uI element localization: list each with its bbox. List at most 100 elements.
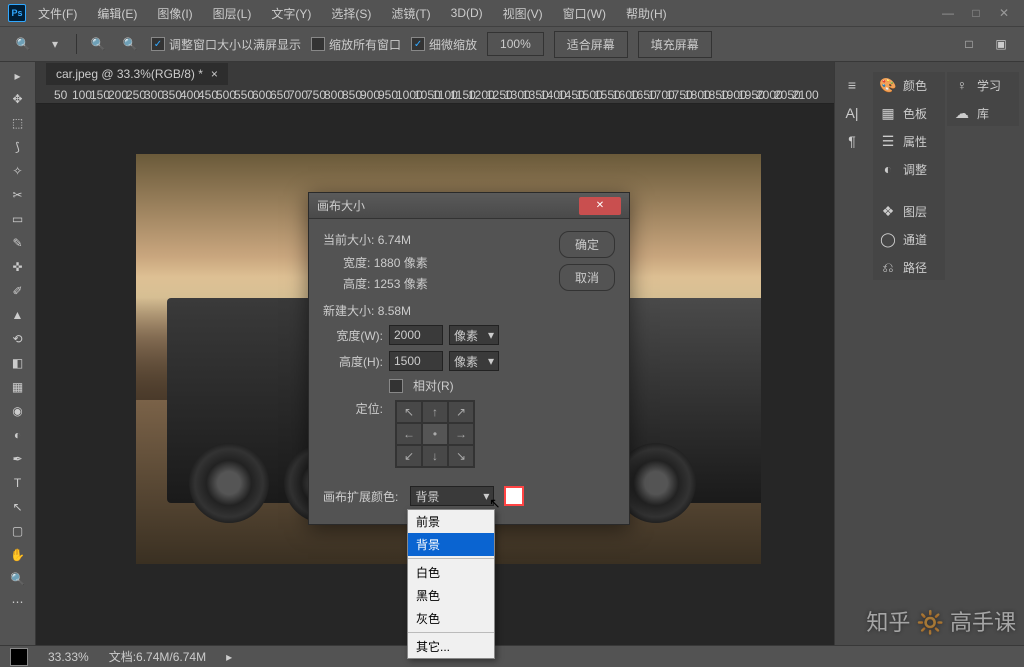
pen-tool[interactable]: ✒ <box>4 448 32 470</box>
maximize-icon[interactable]: □ <box>964 5 988 21</box>
relative-label: 相对(R) <box>413 377 454 394</box>
panel-layers[interactable]: ❖图层 <box>873 198 945 224</box>
character-icon[interactable]: A| <box>837 100 871 126</box>
anchor-label: 定位: <box>323 400 383 417</box>
extension-color-dropdown: 前景 背景 白色 黑色 灰色 其它... <box>407 509 495 659</box>
dialog-title: 画布大小 <box>317 197 365 214</box>
menu-type[interactable]: 文字(Y) <box>263 1 319 26</box>
opt-fit-window[interactable]: 调整窗口大小以满屏显示 <box>151 36 301 53</box>
stamp-tool[interactable]: ▲ <box>4 304 32 326</box>
zoom-level[interactable]: 33.33% <box>48 650 89 664</box>
panel-paths[interactable]: ⎌路径 <box>873 254 945 280</box>
zoom-in-icon[interactable]: 🔍 <box>87 33 109 55</box>
share-icon[interactable]: □ <box>958 33 980 55</box>
document-size[interactable]: 文档:6.74M/6.74M <box>109 648 206 665</box>
fit-screen-button[interactable]: 适合屏幕 <box>554 31 628 58</box>
crop-tool[interactable]: ✂ <box>4 184 32 206</box>
height-unit-select[interactable]: 像素▾ <box>449 351 499 371</box>
close-tab-icon[interactable]: × <box>211 67 218 81</box>
menu-view[interactable]: 视图(V) <box>495 1 551 26</box>
eyedropper-tool[interactable]: ✎ <box>4 232 32 254</box>
height-input[interactable] <box>389 351 443 371</box>
dd-white[interactable]: 白色 <box>408 561 494 584</box>
foreground-color-swatch[interactable] <box>10 648 28 666</box>
status-chevron-icon[interactable]: ▸ <box>226 650 232 664</box>
extension-color-select[interactable]: 背景▾ <box>410 486 494 506</box>
zoom-out-icon[interactable]: 🔍 <box>119 33 141 55</box>
tools-panel: ▸ ✥ ⬚ ⟆ ✧ ✂ ▭ ✎ ✜ ✐ ▲ ⟲ ◧ ▦ ◉ ◐ ✒ T ↖ ▢ … <box>0 62 36 645</box>
width-input[interactable] <box>389 325 443 345</box>
menu-help[interactable]: 帮助(H) <box>618 1 675 26</box>
marquee-tool[interactable]: ⬚ <box>4 112 32 134</box>
ps-logo: Ps <box>8 4 26 22</box>
paragraph-icon[interactable]: ¶ <box>837 128 871 154</box>
panel-learn[interactable]: ♀学习 <box>947 72 1019 98</box>
chevron-down-icon[interactable]: ▾ <box>44 33 66 55</box>
more-tools-icon[interactable]: ⋯ <box>4 592 32 612</box>
cancel-button[interactable]: 取消 <box>559 264 615 291</box>
fill-screen-button[interactable]: 填充屏幕 <box>638 31 712 58</box>
path-select-tool[interactable]: ↖ <box>4 496 32 518</box>
move-tool[interactable]: ✥ <box>4 88 32 110</box>
frame-icon[interactable]: ▣ <box>990 33 1012 55</box>
width-unit-select[interactable]: 像素▾ <box>449 325 499 345</box>
panel-properties[interactable]: ☰属性 <box>873 128 945 154</box>
lasso-tool[interactable]: ⟆ <box>4 136 32 158</box>
shape-tool[interactable]: ▢ <box>4 520 32 542</box>
panel-channels[interactable]: ◯通道 <box>873 226 945 252</box>
ok-button[interactable]: 确定 <box>559 231 615 258</box>
panel-swatches[interactable]: ▦色板 <box>873 100 945 126</box>
width-label: 宽度(W): <box>323 327 383 344</box>
menu-window[interactable]: 窗口(W) <box>555 1 614 26</box>
menu-select[interactable]: 选择(S) <box>323 1 379 26</box>
panel-libraries[interactable]: ☁库 <box>947 100 1019 126</box>
menu-bar: Ps 文件(F) 编辑(E) 图像(I) 图层(L) 文字(Y) 选择(S) 滤… <box>0 0 1024 26</box>
zoom-tool-icon[interactable]: 🔍 <box>12 33 34 55</box>
expand-icon[interactable]: ▸ <box>4 66 32 86</box>
anchor-grid[interactable]: ↖↑↗ ←•→ ↙↓↘ <box>395 400 475 468</box>
relative-checkbox[interactable] <box>389 379 403 393</box>
menu-layer[interactable]: 图层(L) <box>205 1 260 26</box>
panel-adjustments[interactable]: ◐调整 <box>873 156 945 182</box>
dialog-titlebar[interactable]: 画布大小 ✕ <box>309 193 629 219</box>
menu-file[interactable]: 文件(F) <box>30 1 85 26</box>
dd-gray[interactable]: 灰色 <box>408 607 494 630</box>
dd-other[interactable]: 其它... <box>408 635 494 658</box>
opt-scrubby[interactable]: 细微缩放 <box>411 36 477 53</box>
close-icon[interactable]: ✕ <box>992 5 1016 21</box>
options-bar: 🔍 ▾ 🔍 🔍 调整窗口大小以满屏显示 缩放所有窗口 细微缩放 100% 适合屏… <box>0 26 1024 62</box>
zoom-100-button[interactable]: 100% <box>487 32 544 56</box>
gradient-tool[interactable]: ▦ <box>4 376 32 398</box>
hand-tool[interactable]: ✋ <box>4 544 32 566</box>
dodge-tool[interactable]: ◐ <box>4 424 32 446</box>
zoom-tool[interactable]: 🔍 <box>4 568 32 590</box>
brush-tool[interactable]: ✐ <box>4 280 32 302</box>
watermark: 知乎 🔆 高手课 <box>866 605 1016 637</box>
extension-color-swatch[interactable] <box>504 486 524 506</box>
document-tab[interactable]: car.jpeg @ 33.3%(RGB/8) *× <box>46 63 228 85</box>
menu-edit[interactable]: 编辑(E) <box>89 1 145 26</box>
minimize-icon[interactable]: — <box>936 5 960 21</box>
brushes-icon[interactable]: ≡ <box>837 72 871 98</box>
menu-filter[interactable]: 滤镜(T) <box>383 1 438 26</box>
menu-image[interactable]: 图像(I) <box>149 1 200 26</box>
quick-select-tool[interactable]: ✧ <box>4 160 32 182</box>
history-brush-tool[interactable]: ⟲ <box>4 328 32 350</box>
eraser-tool[interactable]: ◧ <box>4 352 32 374</box>
dd-background[interactable]: 背景 <box>408 533 494 556</box>
document-tabs: car.jpeg @ 33.3%(RGB/8) *× <box>36 62 834 86</box>
opt-zoom-all[interactable]: 缩放所有窗口 <box>311 36 401 53</box>
ruler-horizontal: 5010015020025030035040045050055060065070… <box>36 86 834 104</box>
dd-foreground[interactable]: 前景 <box>408 510 494 533</box>
dd-black[interactable]: 黑色 <box>408 584 494 607</box>
healing-tool[interactable]: ✜ <box>4 256 32 278</box>
menu-3d[interactable]: 3D(D) <box>443 2 491 24</box>
status-bar: 33.33% 文档:6.74M/6.74M ▸ <box>0 645 1024 667</box>
frame-tool[interactable]: ▭ <box>4 208 32 230</box>
type-tool[interactable]: T <box>4 472 32 494</box>
blur-tool[interactable]: ◉ <box>4 400 32 422</box>
extension-color-label: 画布扩展颜色: <box>323 488 398 505</box>
canvas-size-dialog: 画布大小 ✕ 当前大小: 6.74M 宽度: 1880 像素 高度: 1253 … <box>308 192 630 525</box>
dialog-close-button[interactable]: ✕ <box>579 197 621 215</box>
panel-color[interactable]: 🎨颜色 <box>873 72 945 98</box>
